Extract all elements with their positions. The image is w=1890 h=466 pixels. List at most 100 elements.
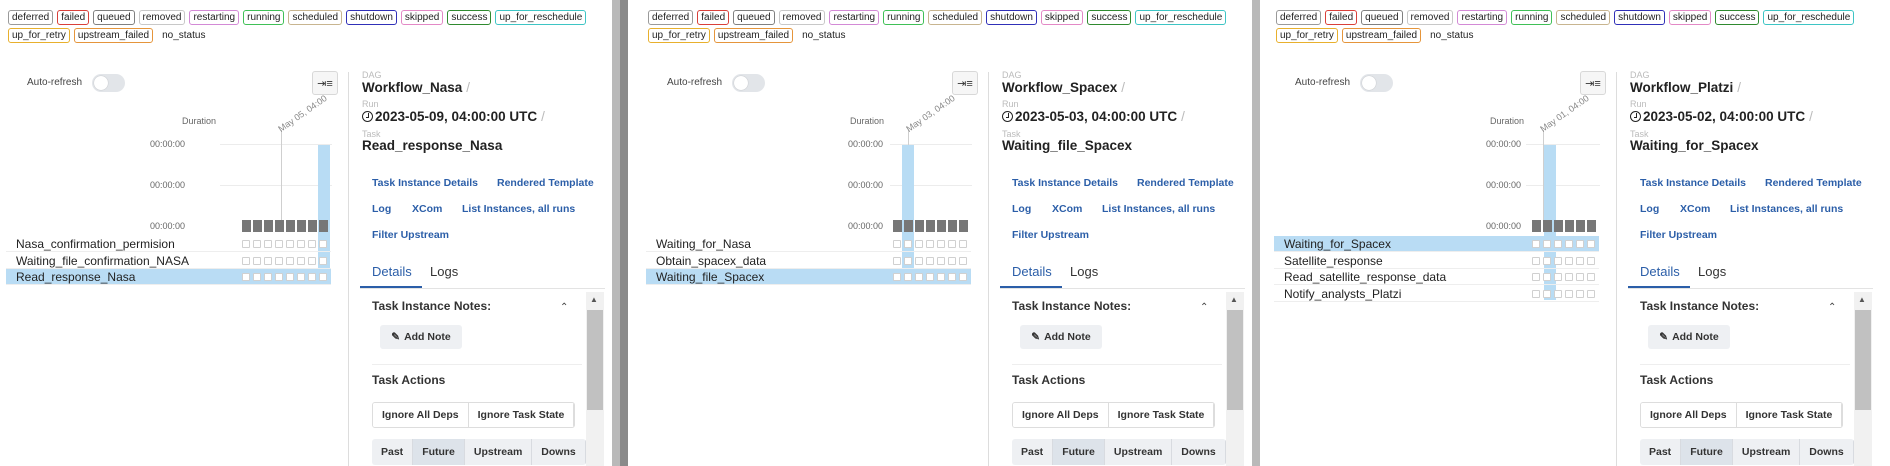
task-instance-cell[interactable] [319, 273, 327, 281]
run-duration-bar[interactable] [297, 220, 306, 232]
tab-details[interactable]: Details [372, 264, 412, 279]
task-instance-cell[interactable] [948, 256, 956, 265]
filter-upstream-link[interactable]: Filter Upstream [1012, 229, 1089, 241]
run-duration-bar[interactable] [1565, 220, 1574, 232]
legend-failed[interactable]: failed [57, 10, 90, 25]
legend-deferred[interactable]: deferred [1276, 10, 1322, 25]
task-row[interactable]: Notify_analysts_Platzi [1274, 286, 1599, 302]
task-instance-cell[interactable] [926, 273, 934, 281]
legend-queued[interactable]: queued [733, 10, 775, 25]
xcom-link[interactable]: XCom [1680, 203, 1710, 215]
chevron-up-icon[interactable]: ⌃ [560, 302, 568, 313]
scroll-up-icon[interactable]: ▲ [1230, 295, 1238, 304]
task-instance-cell[interactable] [308, 240, 316, 248]
task-instance-cell[interactable] [1587, 289, 1595, 298]
task-instance-cell[interactable] [286, 256, 294, 265]
legend-deferred[interactable]: deferred [8, 10, 54, 25]
scroll-up-icon[interactable]: ▲ [590, 295, 598, 304]
task-instance-cell[interactable] [915, 273, 923, 281]
run-duration-bar[interactable] [308, 220, 317, 232]
log-link[interactable]: Log [1012, 203, 1031, 215]
xcom-link[interactable]: XCom [1052, 203, 1082, 215]
future-button[interactable]: Future [1053, 439, 1105, 465]
future-button[interactable]: Future [1681, 439, 1733, 465]
task-instance-cell[interactable] [893, 256, 901, 265]
run-duration-bar[interactable] [948, 220, 957, 232]
task-instance-cell[interactable] [1532, 256, 1540, 265]
downstream-button[interactable]: Downs [1172, 439, 1226, 465]
task-instance-cell[interactable] [926, 240, 934, 248]
task-name[interactable]: Waiting_file_Spacex [1002, 138, 1132, 153]
task-instance-cell[interactable] [1532, 240, 1540, 248]
task-instance-cell[interactable] [1565, 273, 1573, 281]
run-duration-bar[interactable] [319, 220, 328, 232]
task-crumb[interactable]: Waiting_file_Spacex [1002, 138, 1132, 153]
task-instance-cell[interactable] [242, 256, 250, 265]
collapse-details-button[interactable]: ⇥≡ [1580, 71, 1606, 95]
task-instance-cell[interactable] [937, 273, 945, 281]
list-instances-link[interactable]: List Instances, all runs [1102, 203, 1215, 215]
task-crumb[interactable]: Waiting_for_Spacex [1630, 138, 1759, 153]
run-duration-bar[interactable] [1532, 220, 1541, 232]
log-link[interactable]: Log [1640, 203, 1659, 215]
tab-logs[interactable]: Logs [1698, 264, 1726, 279]
dag-crumb[interactable]: Workflow_Nasa / [362, 80, 470, 95]
task-instance-cell[interactable] [253, 240, 261, 248]
task-instance-cell[interactable] [1554, 289, 1562, 298]
legend-skipped[interactable]: skipped [1040, 10, 1084, 25]
rendered-template-link[interactable]: Rendered Template [1765, 177, 1862, 189]
run-duration-bar[interactable] [926, 220, 935, 232]
run-duration-bar[interactable] [1576, 220, 1585, 232]
task-instance-cell[interactable] [915, 240, 923, 248]
legend-queued[interactable]: queued [1361, 10, 1403, 25]
tab-logs[interactable]: Logs [430, 264, 458, 279]
filter-upstream-link[interactable]: Filter Upstream [1640, 229, 1717, 241]
run-duration-bar[interactable] [959, 220, 968, 232]
run-duration-bar[interactable] [253, 220, 262, 232]
task-instance-cell[interactable] [308, 256, 316, 265]
task-name[interactable]: Read_response_Nasa [362, 138, 502, 153]
ignore-task-state-button[interactable]: Ignore Task State [1108, 403, 1215, 427]
tab-details[interactable]: Details [1012, 264, 1052, 279]
task-instance-cell[interactable] [959, 256, 967, 265]
past-button[interactable]: Past [372, 439, 414, 465]
task-instance-cell[interactable] [1543, 289, 1551, 298]
run-duration-bar[interactable] [1554, 220, 1563, 232]
task-instance-cell[interactable] [1576, 240, 1584, 248]
future-button[interactable]: Future [413, 439, 465, 465]
add-note-button[interactable]: ✎ Add Note [380, 325, 462, 349]
legend-skipped[interactable]: skipped [400, 10, 444, 25]
task-crumb[interactable]: Read_response_Nasa [362, 138, 502, 153]
run-id[interactable]: 2023-05-02, 04:00:00 UTC [1643, 109, 1805, 124]
task-instance-cell[interactable] [926, 256, 934, 265]
collapse-details-button[interactable]: ⇥≡ [312, 71, 338, 95]
task-row[interactable]: Waiting_for_Spacex [1274, 236, 1599, 252]
task-instance-cell[interactable] [915, 256, 923, 265]
legend-shutdown[interactable]: shutdown [346, 10, 397, 25]
upstream-button[interactable]: Upstream [465, 439, 533, 465]
rendered-template-link[interactable]: Rendered Template [1137, 177, 1234, 189]
run-duration-bar[interactable] [242, 220, 251, 232]
run-crumb[interactable]: 2023-05-03, 04:00:00 UTC / [1002, 109, 1185, 124]
task-instance-cell[interactable] [1532, 273, 1540, 281]
run-id[interactable]: 2023-05-09, 04:00:00 UTC [375, 109, 537, 124]
legend-failed[interactable]: failed [1325, 10, 1358, 25]
task-instance-cell[interactable] [264, 273, 272, 281]
task-instance-cell[interactable] [1554, 240, 1562, 248]
task-instance-cell[interactable] [297, 273, 305, 281]
ignore-all-deps-button[interactable]: Ignore All Deps [1013, 403, 1109, 427]
task-instance-cell[interactable] [275, 256, 283, 265]
task-instance-details-link[interactable]: Task Instance Details [1640, 177, 1746, 189]
task-instance-cell[interactable] [1543, 256, 1551, 265]
rendered-template-link[interactable]: Rendered Template [497, 177, 594, 189]
legend-up-for-reschedule[interactable]: up_for_reschedule [1763, 10, 1855, 25]
run-duration-bar[interactable] [904, 220, 913, 232]
task-instance-cell[interactable] [1587, 240, 1595, 248]
task-instance-cell[interactable] [275, 273, 283, 281]
scroll-thumb[interactable] [1855, 310, 1871, 410]
task-instance-cell[interactable] [948, 273, 956, 281]
task-instance-cell[interactable] [904, 256, 912, 265]
legend-skipped[interactable]: skipped [1668, 10, 1712, 25]
downstream-button[interactable]: Downs [532, 439, 586, 465]
run-duration-bar[interactable] [1587, 220, 1596, 232]
